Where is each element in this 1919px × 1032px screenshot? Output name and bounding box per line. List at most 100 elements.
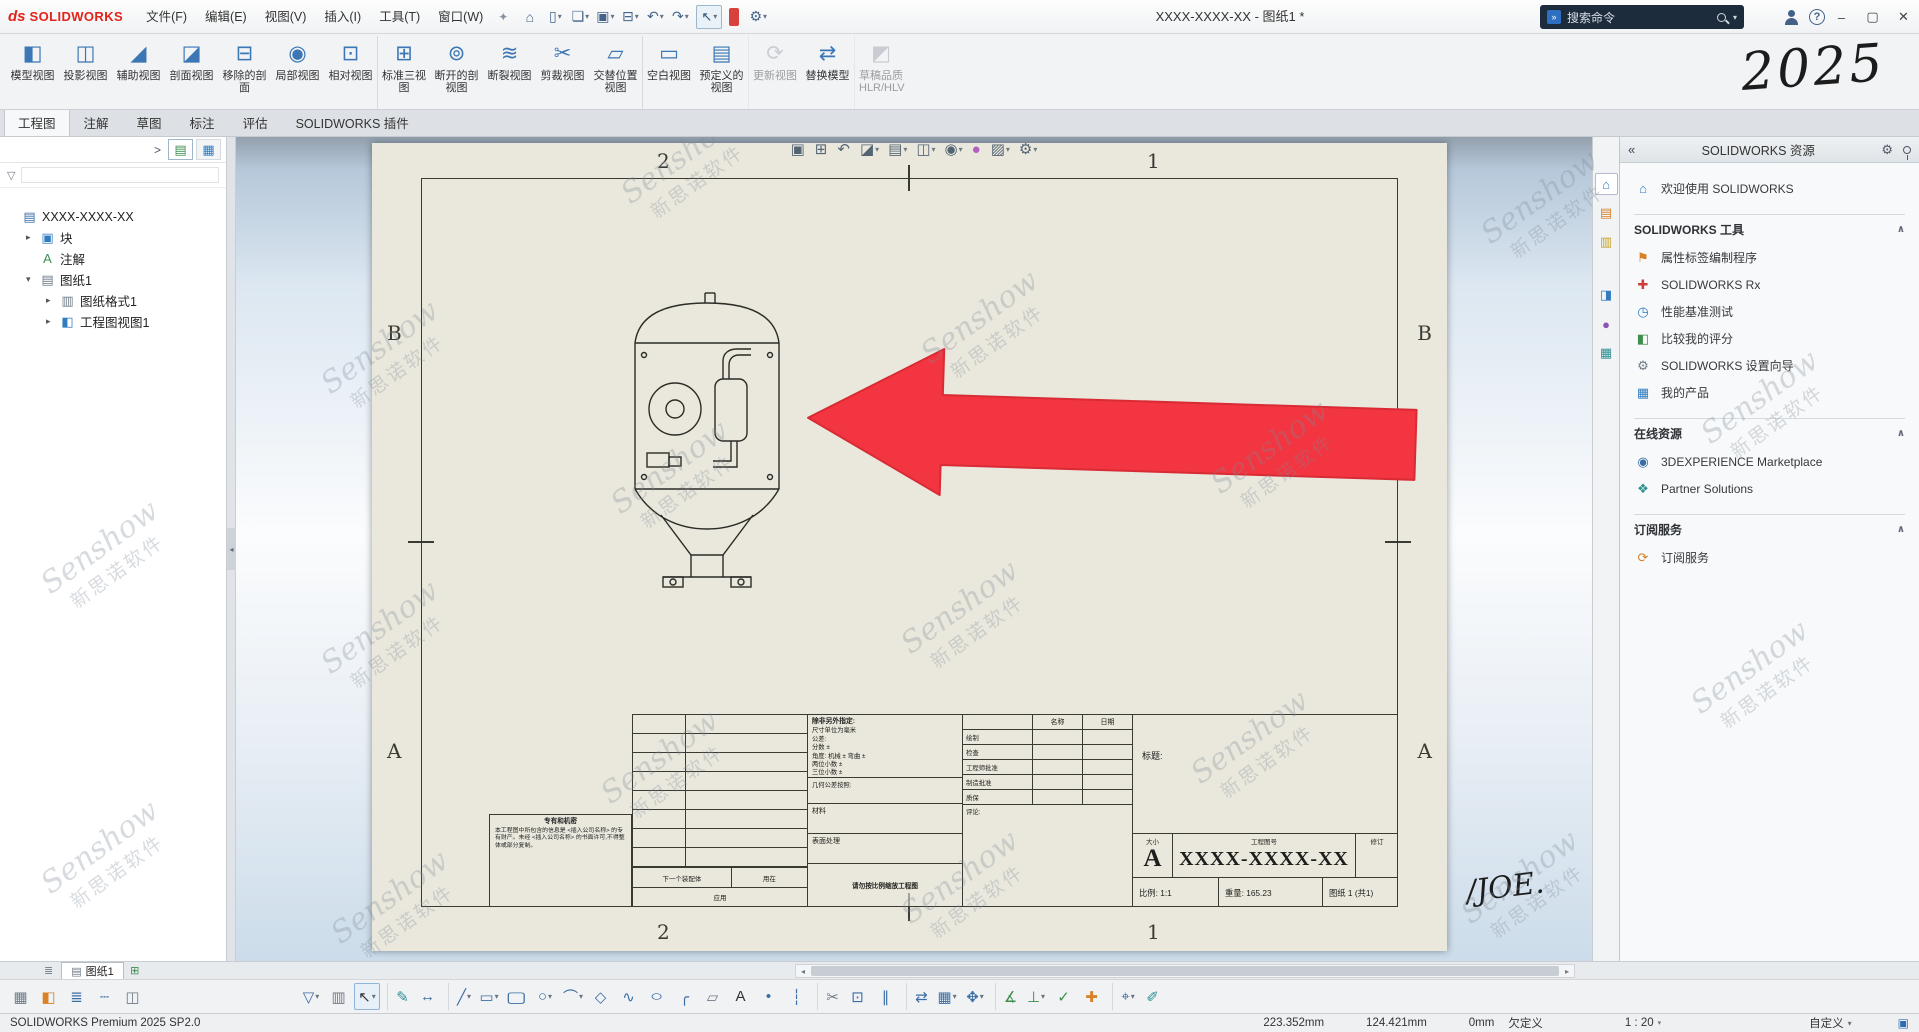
fully-define-button[interactable]: ✓ bbox=[1051, 983, 1077, 1010]
view-settings-button[interactable]: ⚙ ▾ bbox=[1019, 140, 1037, 158]
draft-quality-button[interactable]: ◩ 草稿品质 HLR/HLV bbox=[854, 36, 907, 109]
tree-item-drawing-view1[interactable]: ▸ ◧ 工程图视图1 bbox=[0, 311, 226, 332]
fillet-tool-button[interactable]: ╭ bbox=[672, 983, 698, 1010]
display-style-button[interactable]: ◫ ▾ bbox=[916, 140, 935, 158]
chevron-down-icon[interactable]: ▾ bbox=[1733, 13, 1737, 22]
break-view-button[interactable]: ≋ 断裂视图 bbox=[483, 36, 536, 109]
pin-icon[interactable] bbox=[1903, 146, 1911, 154]
drawing-sheet[interactable]: 2 1 2 1 B A B A bbox=[372, 143, 1447, 951]
settings-wizard-item[interactable]: ⚙ SOLIDWORKS 设置向导 bbox=[1634, 352, 1905, 379]
tree-item-sheet-format1[interactable]: ▸ ▥ 图纸格式1 bbox=[0, 290, 226, 311]
tree-item-annotations[interactable]: A 注解 bbox=[0, 248, 226, 269]
redo-button[interactable]: ↷ ▾ bbox=[668, 5, 692, 29]
tree-filter-input[interactable] bbox=[21, 167, 219, 183]
previous-view-button[interactable]: ↶ bbox=[837, 140, 851, 158]
taskpane-tab-view-palette[interactable]: ◨ bbox=[1595, 284, 1618, 306]
quick-snaps-button[interactable]: ⌖ ▾ bbox=[1112, 983, 1138, 1010]
user-account-icon[interactable] bbox=[1783, 9, 1799, 25]
new-document-button[interactable]: ▯ ▾ bbox=[543, 5, 567, 29]
apply-scene-button[interactable]: ▨ ▾ bbox=[991, 140, 1010, 158]
sketch-button[interactable]: ✎ bbox=[387, 983, 413, 1010]
hide-show-items-button[interactable]: ◉ ▾ bbox=[945, 140, 963, 158]
mirror-entities-button[interactable]: ⇄ bbox=[906, 983, 932, 1010]
convert-entities-button[interactable]: ⊡ bbox=[845, 983, 871, 1010]
save-button[interactable]: ▣ ▾ bbox=[593, 5, 617, 29]
predefined-view-button[interactable]: ▤ 预定义的视图 bbox=[695, 36, 748, 109]
filter-entities-button[interactable]: ▥ bbox=[326, 983, 352, 1010]
horizontal-scrollbar[interactable]: ◂ ▸ bbox=[795, 964, 1575, 978]
zoom-to-fit-button[interactable]: ▣ bbox=[791, 140, 806, 158]
empty-view-button[interactable]: ▭ 空白视图 bbox=[642, 36, 695, 109]
task-pane-settings-icon[interactable]: ⚙ bbox=[1881, 142, 1893, 158]
menu-tools[interactable]: 工具(T) bbox=[370, 4, 429, 30]
model-view-button[interactable]: ◧ 模型视图 bbox=[6, 36, 59, 109]
section-view-button[interactable]: ◪ 剖面视图 bbox=[165, 36, 218, 109]
scrollbar-thumb[interactable] bbox=[811, 966, 1559, 976]
open-button[interactable]: ❏ ▾ bbox=[568, 5, 592, 29]
tree-item-root[interactable]: ▤ XXXX-XXXX-XX bbox=[0, 206, 226, 227]
linear-pattern-button[interactable]: ▦ ▾ bbox=[934, 983, 960, 1010]
add-relation-button[interactable]: ⊥ ▾ bbox=[1023, 983, 1049, 1010]
section-solidworks-tools[interactable]: SOLIDWORKS 工具 ∧ bbox=[1634, 214, 1905, 244]
tree-expand-arrow[interactable]: ▾ bbox=[26, 274, 39, 285]
line-color-button[interactable]: ◧ bbox=[36, 983, 62, 1010]
welcome-item[interactable]: ⌂ 欢迎使用 SOLIDWORKS bbox=[1634, 175, 1905, 202]
tab-annotation[interactable]: 注解 bbox=[70, 107, 123, 136]
text-tool-button[interactable]: A bbox=[728, 983, 754, 1010]
alternate-position-view-button[interactable]: ▱ 交替位置视图 bbox=[589, 36, 642, 109]
centerline-tool-button[interactable]: ┆ bbox=[784, 983, 810, 1010]
tree-expand-arrow[interactable]: ▸ bbox=[46, 316, 59, 327]
tab-evaluate[interactable]: 评估 bbox=[229, 107, 282, 136]
subscription-item[interactable]: ⟳ 订阅服务 bbox=[1634, 544, 1905, 571]
taskpane-tab-custom-properties[interactable]: ▦ bbox=[1595, 342, 1618, 364]
section-subscription[interactable]: 订阅服务 ∧ bbox=[1634, 514, 1905, 544]
tab-solidworks-addins[interactable]: SOLIDWORKS 插件 bbox=[282, 107, 423, 136]
offset-entities-button[interactable]: ∥ bbox=[873, 983, 899, 1010]
display-relations-button[interactable]: ∡ bbox=[995, 983, 1021, 1010]
search-icon[interactable] bbox=[1717, 13, 1726, 22]
undo-button[interactable]: ↶ ▾ bbox=[643, 5, 667, 29]
graphics-area[interactable]: ▣ ⊞ ↶ ◪ ▾ bbox=[236, 137, 1592, 961]
point-tool-button[interactable]: • bbox=[756, 983, 782, 1010]
rectangle-tool-button[interactable]: ▭ ▾ bbox=[476, 983, 502, 1010]
section-online-resources[interactable]: 在线资源 ∧ bbox=[1634, 418, 1905, 448]
relative-view-button[interactable]: ⊡ 相对视图 bbox=[324, 36, 377, 109]
drawing-view-1[interactable] bbox=[617, 291, 797, 604]
section-collapse-icon[interactable]: ∧ bbox=[1897, 428, 1905, 439]
tab-drawing[interactable]: 工程图 bbox=[4, 107, 70, 136]
tab-sketch[interactable]: 草图 bbox=[123, 107, 176, 136]
menu-insert[interactable]: 插入(I) bbox=[315, 4, 370, 30]
arc-tool-button[interactable]: ⌒ ▾ bbox=[560, 983, 586, 1010]
tree-expand-arrow[interactable]: ▸ bbox=[26, 232, 39, 243]
marketplace-item[interactable]: ◉ 3DEXPERIENCE Marketplace bbox=[1634, 448, 1905, 475]
command-search-input[interactable]: » 搜索命令 ▾ bbox=[1540, 5, 1744, 29]
circle-tool-button[interactable]: ○ ▾ bbox=[532, 983, 558, 1010]
scroll-left-arrow[interactable]: ◂ bbox=[796, 967, 810, 976]
splitter-handle[interactable]: ◂ bbox=[227, 528, 236, 570]
edit-appearance-button[interactable]: ● bbox=[972, 141, 982, 158]
taskpane-tab-file-explorer[interactable]: ▥ bbox=[1595, 231, 1618, 253]
pin-menu-icon[interactable]: ✦ bbox=[498, 10, 508, 24]
maximize-button[interactable]: ▢ bbox=[1857, 0, 1888, 34]
displaymanager-tab[interactable]: ▦ bbox=[196, 139, 221, 160]
trim-entities-button[interactable]: ✂ bbox=[817, 983, 843, 1010]
polygon-tool-button[interactable]: ◇ bbox=[588, 983, 614, 1010]
menu-edit[interactable]: 编辑(E) bbox=[196, 4, 256, 30]
zoom-to-area-button[interactable]: ⊞ bbox=[815, 140, 829, 158]
line-style-button[interactable]: ┄ bbox=[92, 983, 118, 1010]
tree-item-blocks[interactable]: ▸ ▣ 块 bbox=[0, 227, 226, 248]
slot-tool-button[interactable]: ▢ bbox=[504, 983, 530, 1010]
3dexperience-icon[interactable] bbox=[729, 8, 739, 26]
scroll-right-arrow[interactable]: ▸ bbox=[1560, 967, 1574, 976]
sheet-list-icon[interactable]: ≣ bbox=[44, 964, 53, 977]
smart-dimension-button[interactable]: ↔ bbox=[415, 983, 441, 1010]
sheet-scale-control[interactable]: 1 : 20 ▾ bbox=[1625, 1017, 1661, 1029]
layer-properties-button[interactable]: ▦ bbox=[8, 983, 34, 1010]
section-collapse-icon[interactable]: ∧ bbox=[1897, 524, 1905, 535]
crop-view-button[interactable]: ✂ 剪裁视图 bbox=[536, 36, 589, 109]
menu-file[interactable]: 文件(F) bbox=[137, 4, 196, 30]
plane-tool-button[interactable]: ▱ bbox=[700, 983, 726, 1010]
section-collapse-icon[interactable]: ∧ bbox=[1897, 224, 1905, 235]
hide-show-edges-button[interactable]: ◫ bbox=[120, 983, 146, 1010]
broken-out-section-button[interactable]: ⊚ 断开的剖视图 bbox=[430, 36, 483, 109]
